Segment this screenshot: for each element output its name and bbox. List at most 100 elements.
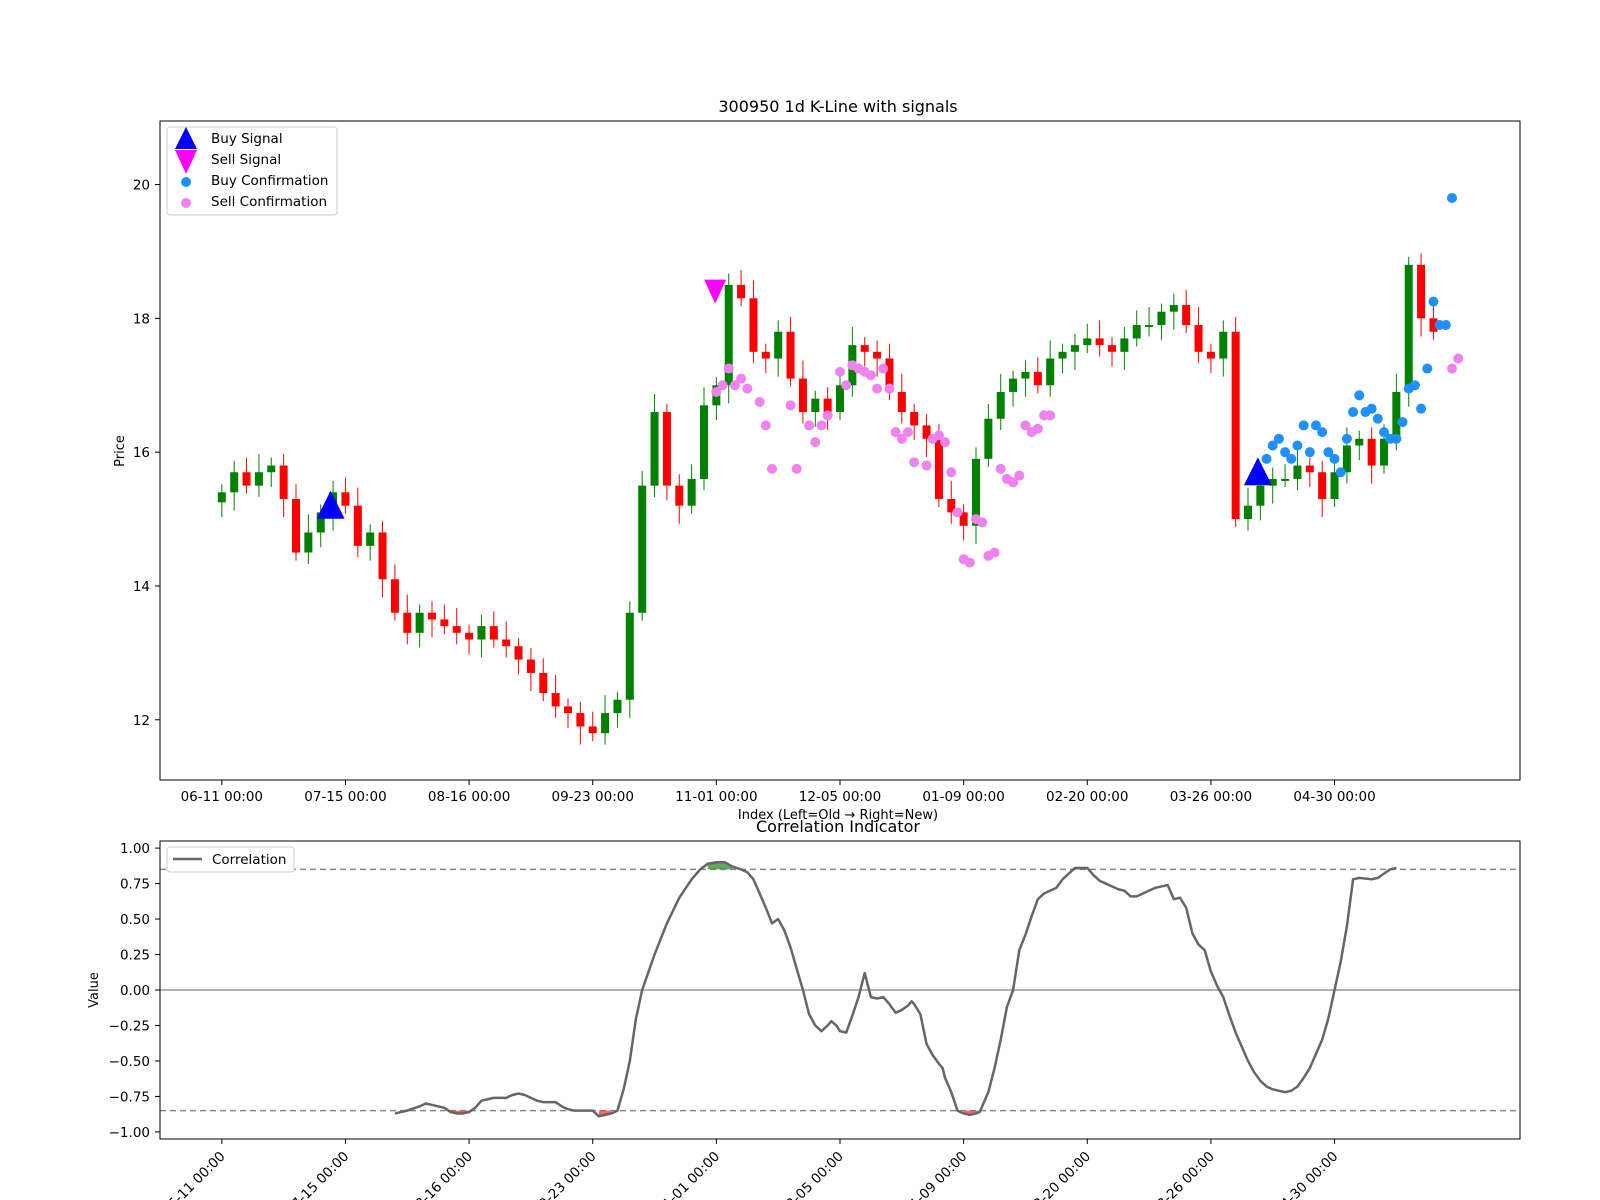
- candle-body: [625, 612, 634, 700]
- buy-confirmation-point: [1447, 192, 1457, 203]
- buy-confirmation-point: [1397, 417, 1408, 428]
- y-tick-label: 0.50: [120, 912, 150, 928]
- sell-confirmation-point: [909, 457, 920, 468]
- x-tick-label: 06-11 00:00: [181, 789, 263, 805]
- kline-legend: Buy Signal Sell Signal Buy Confirmation …: [166, 126, 338, 216]
- x-tick-label: 08-16 00:00: [428, 789, 510, 805]
- candle-body: [687, 478, 696, 506]
- x-tick-label: 02-20 00:00: [1024, 1149, 1094, 1200]
- y-tick-label: −0.25: [109, 1018, 150, 1034]
- candle-body: [551, 693, 560, 707]
- x-tick-label: 09-23 00:00: [530, 1149, 600, 1200]
- sell-confirmation-point: [742, 383, 753, 394]
- figure: 300950 1d K-Line with signals 12 14 16 18 20…: [87, 97, 1521, 1200]
- candle-body: [823, 398, 832, 413]
- candle-body: [1009, 378, 1018, 392]
- candle-body: [601, 713, 610, 734]
- y-tick-label: 16: [133, 445, 150, 461]
- x-tick-label: 08-16 00:00: [406, 1149, 476, 1200]
- buy-confirmation-point: [1273, 433, 1284, 444]
- candle-body: [526, 659, 535, 673]
- candle-body: [1244, 505, 1252, 520]
- sell-confirmation-point: [1045, 410, 1056, 421]
- y-tick-label: −1.00: [109, 1125, 150, 1141]
- candle-body: [749, 298, 758, 352]
- sell-confirmation-point: [946, 467, 957, 478]
- y-tick-label: −0.75: [109, 1089, 150, 1105]
- candle-body: [415, 612, 424, 633]
- candle-body: [934, 438, 943, 500]
- candle-body: [1281, 478, 1290, 481]
- candle-body: [1120, 338, 1129, 352]
- candle-body: [1355, 438, 1364, 446]
- candle-body: [1305, 465, 1314, 473]
- candle-body: [576, 713, 585, 727]
- sell-confirmation-point: [1447, 363, 1457, 374]
- correlation-panel: Correlation Indicator −1.00 −0.75 −0.50 −0.…: [87, 817, 1521, 1200]
- kline-title: 300950 1d K-Line with signals: [718, 97, 957, 116]
- candle-body: [662, 412, 671, 486]
- sell-confirmation-point: [804, 420, 815, 431]
- x-tick-label: 11-01 00:00: [654, 1149, 724, 1200]
- candle-body: [378, 532, 387, 580]
- sell-confirmation-point: [810, 437, 821, 448]
- candle-body: [811, 398, 820, 413]
- y-tick-label: 12: [133, 713, 150, 729]
- candle-body: [1194, 325, 1203, 352]
- x-tick-label: 02-20 00:00: [1046, 789, 1128, 805]
- x-tick-label: 01-09 00:00: [922, 789, 1004, 805]
- candle-body: [292, 499, 300, 553]
- kline-y-axis-label: Price: [113, 435, 128, 467]
- sell-confirmation-point: [767, 463, 777, 474]
- candle-body: [514, 646, 523, 660]
- candle-body: [1083, 338, 1092, 346]
- sell-confirmation-point: [872, 383, 883, 394]
- candle-body: [1256, 485, 1265, 506]
- correlation-x-ticks: 06-11 00:00 07-15 00:00 08-16 00:00 09-23 0…: [159, 1139, 1341, 1200]
- buy-confirmation-point: [1366, 403, 1377, 414]
- x-tick-label: 11-01 00:00: [675, 789, 757, 805]
- sell-signal-marker: [704, 279, 727, 304]
- sell-confirmation-point: [791, 463, 802, 474]
- sell-confirmation-legend-icon: [181, 198, 191, 208]
- x-tick-label: 03-26 00:00: [1148, 1149, 1218, 1200]
- candle-body: [675, 485, 684, 506]
- sell-confirmation-point: [878, 363, 889, 374]
- candle-body: [1404, 264, 1413, 392]
- candle-body: [761, 351, 770, 359]
- candle-body: [230, 472, 239, 493]
- x-tick-label: 12-05 00:00: [799, 789, 881, 805]
- buy-confirmation-point: [1292, 440, 1303, 451]
- y-tick-label: 0.25: [120, 948, 150, 964]
- buy-confirmation-point: [1335, 467, 1346, 478]
- candle-body: [489, 626, 498, 640]
- sell-confirmation-point: [989, 547, 1000, 558]
- candle-body: [1380, 438, 1388, 466]
- buy-confirmation-point: [1341, 433, 1352, 444]
- sell-confirmation-point: [884, 383, 895, 394]
- candle-body: [897, 391, 906, 413]
- sell-confirmation-point: [736, 373, 747, 384]
- buy-confirmation-point: [1298, 420, 1309, 431]
- candle-body: [1367, 438, 1376, 466]
- candle-body: [564, 706, 572, 714]
- x-tick-label: 07-15 00:00: [283, 1149, 353, 1200]
- candle-body: [1417, 264, 1426, 319]
- candle-body: [650, 412, 659, 486]
- sell-confirmation-point: [754, 396, 765, 407]
- legend-correlation-label: Correlation: [212, 852, 286, 868]
- y-tick-label: 20: [133, 178, 150, 194]
- correlation-y-ticks: −1.00 −0.75 −0.50 −0.25 0.00 0.25 0.50 0.75 1.00: [109, 841, 160, 1141]
- candle-body: [1033, 371, 1042, 386]
- y-tick-label: 1.00: [120, 841, 150, 857]
- buy-confirmation-point: [1304, 447, 1315, 458]
- correlation-plot-area: [160, 861, 1520, 1118]
- candle-body: [366, 532, 375, 546]
- buy-confirmation-point: [1329, 453, 1340, 464]
- candle-body: [1108, 345, 1116, 352]
- buy-confirmation-point: [1422, 363, 1433, 374]
- buy-confirmation-point: [1391, 433, 1402, 444]
- candle-body: [1219, 331, 1228, 359]
- sell-confirmation-point: [822, 410, 833, 421]
- candle-body: [304, 532, 313, 553]
